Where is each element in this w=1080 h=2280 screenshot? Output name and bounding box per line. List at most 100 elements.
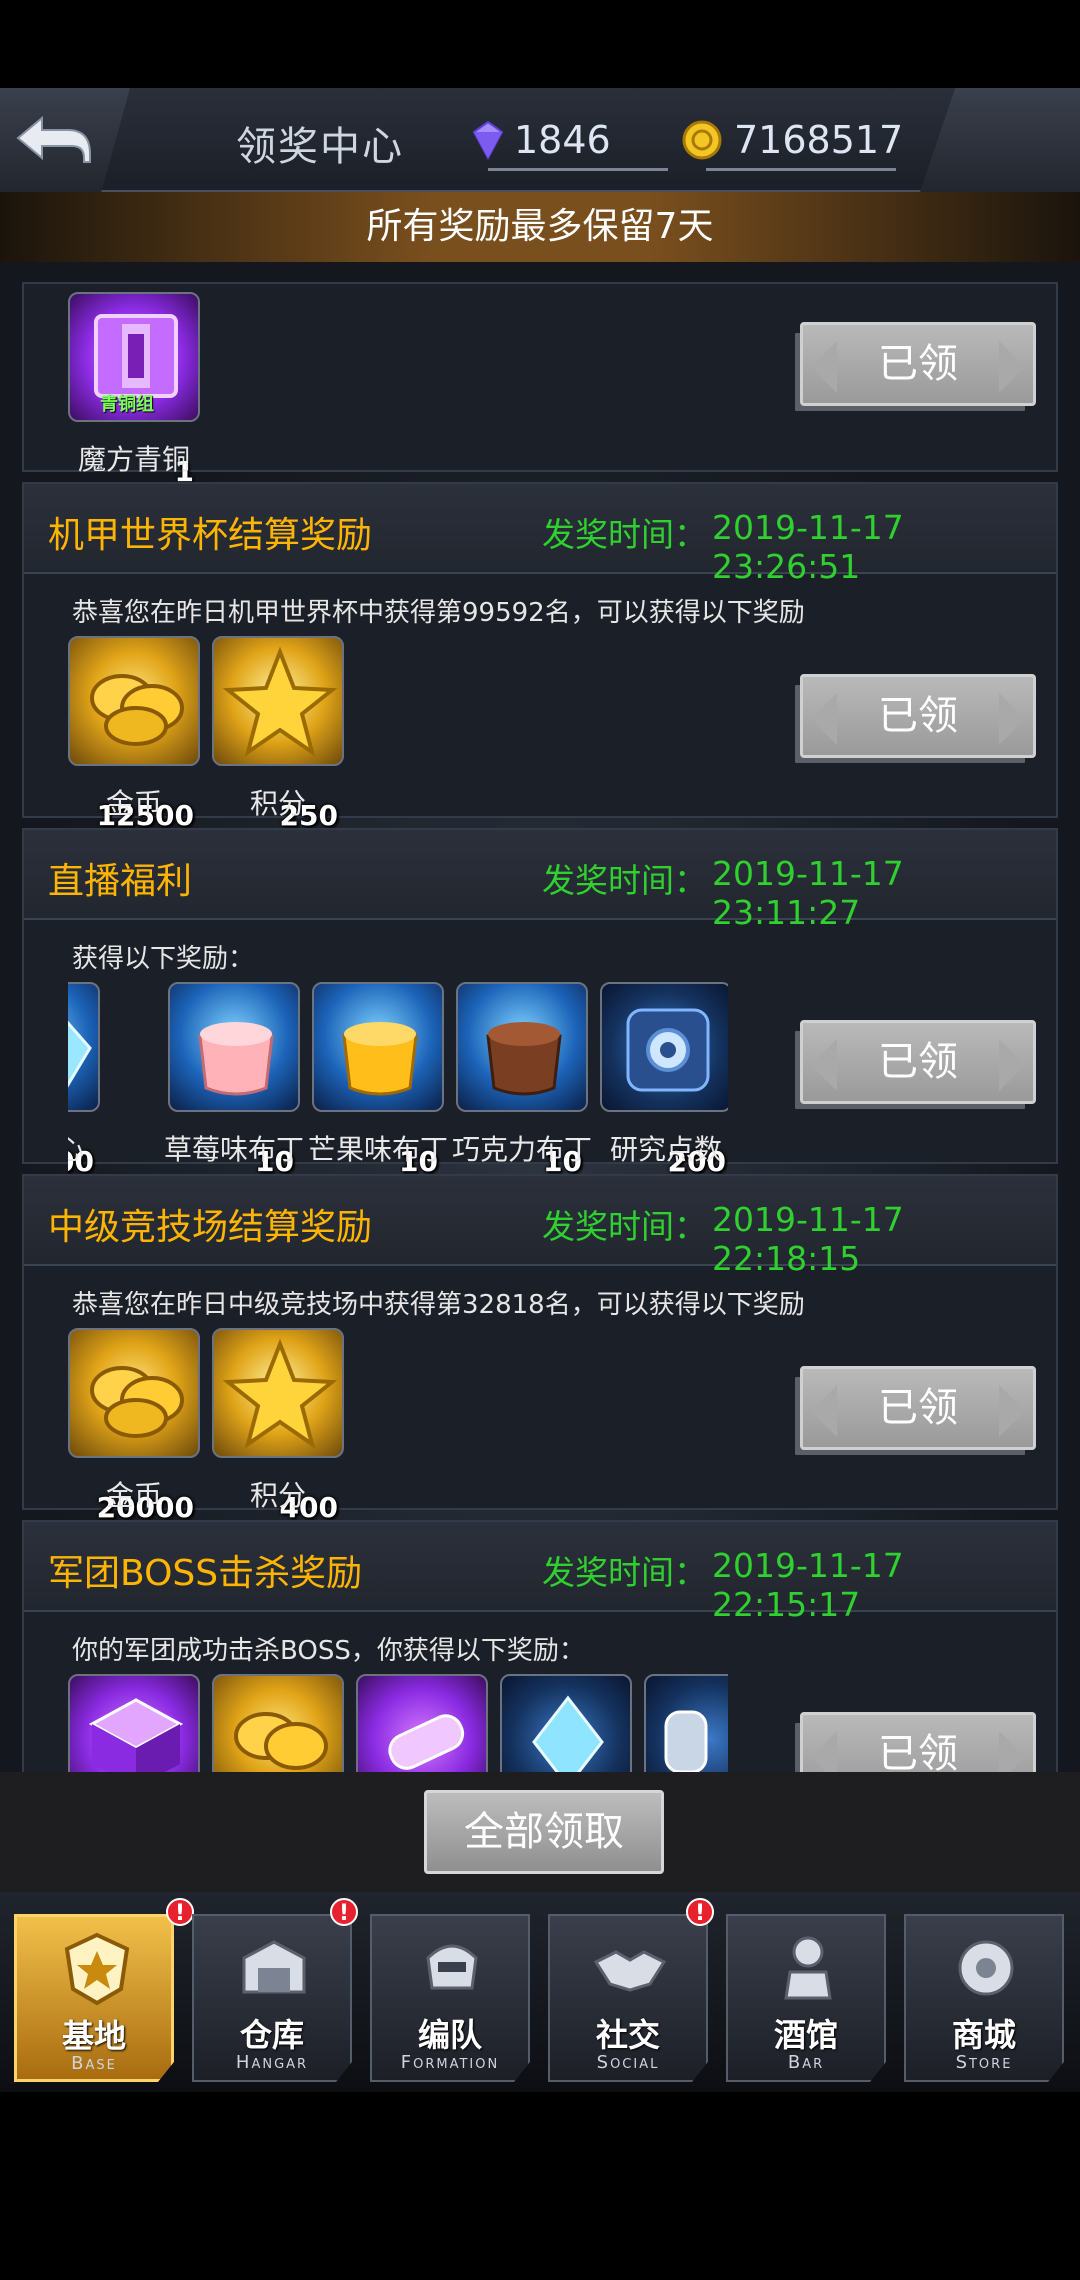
claimed-button[interactable]: 已领 [800, 674, 1036, 758]
claimed-button[interactable]: 已领 [800, 1712, 1036, 1772]
item-name: 魔方青铜 [77, 443, 190, 476]
item-name: 草莓味布丁 [164, 1133, 304, 1166]
diamond-count: 1846 [514, 118, 611, 162]
card-header: 机甲世界杯结算奖励 发奖时间： 2019-11-17 23:26:51 [24, 484, 1056, 586]
blue-crystal-icon [500, 1674, 632, 1772]
notification-badge: ! [686, 1898, 714, 1926]
item-tag: 青铜组 [100, 394, 154, 415]
strawberry-pudding-icon [168, 982, 300, 1112]
reward-items: 12500 金币 250 积分 [68, 636, 368, 836]
star-points-icon [212, 636, 344, 766]
research-points-icon [600, 982, 728, 1112]
reward-item[interactable]: 250 积分 [212, 636, 344, 836]
mango-pudding-icon [312, 982, 444, 1112]
store-orb-icon [958, 1940, 1014, 1996]
card-title: 直播福利 [48, 861, 193, 902]
award-time: 2019-11-17 23:26:51 [712, 508, 904, 586]
reward-item[interactable]: 20000 金币 [68, 1328, 200, 1528]
claimed-button[interactable]: 已领 [800, 1366, 1036, 1450]
tab-base[interactable]: 基地 Base [14, 1914, 174, 2082]
award-time-label: 发奖时间： [542, 1207, 707, 1246]
purple-capsule-icon [356, 1674, 488, 1772]
tab-sublabel: Bar [787, 2052, 825, 2073]
bronze-cube-box-icon: 青铜组 [68, 292, 200, 422]
star-points-icon [212, 1328, 344, 1458]
chocolate-pudding-icon [456, 982, 588, 1112]
reward-items [68, 1674, 728, 1772]
tab-sublabel: Hangar [235, 2052, 309, 2073]
award-time-label: 发奖时间： [542, 1553, 707, 1592]
diamond-icon [472, 120, 504, 161]
capsule-icon [644, 1674, 728, 1772]
gold-coins-icon [68, 1328, 200, 1458]
reward-card: 直播福利 发奖时间： 2019-11-17 23:11:27 获得以下奖励： 0… [22, 828, 1058, 1178]
reward-center-screen: 领奖中心 1846 7168517 所有奖励最多保留7天 青铜组 1 魔方青铜 … [0, 0, 1080, 2280]
tab-hangar[interactable]: 仓库 Hangar [192, 1914, 352, 2082]
reward-card: 军团BOSS击杀奖励 发奖时间： 2019-11-17 22:15:17 你的军… [22, 1520, 1058, 1772]
award-time-label: 发奖时间： [542, 861, 707, 900]
claimed-button[interactable]: 已领 [800, 1020, 1036, 1104]
reward-card: 机甲世界杯结算奖励 发奖时间： 2019-11-17 23:26:51 恭喜您在… [22, 482, 1058, 832]
reward-item[interactable]: 10 芒果味布丁 [308, 982, 448, 1182]
back-button[interactable] [0, 88, 130, 192]
reward-item[interactable]: 青铜组 1 魔方青铜 [68, 292, 200, 492]
card-description: 获得以下奖励： [72, 944, 255, 974]
reward-item[interactable]: 10 草莓味布丁 [164, 982, 304, 1182]
reward-items: 青铜组 1 魔方青铜 [68, 292, 228, 492]
card-description: 恭喜您在昨日中级竞技场中获得第32818名，可以获得以下奖励 [72, 1290, 805, 1320]
tab-label: 编队 [417, 2016, 482, 2054]
header-right-decor [920, 88, 1080, 192]
mech-helmet-icon [426, 1944, 478, 1990]
diamond-currency: 1846 [462, 106, 672, 176]
tab-sublabel: Social [596, 2052, 660, 2073]
item-name: 核心 [68, 1133, 85, 1166]
award-time: 2019-11-17 22:18:15 [712, 1200, 904, 1278]
top-header: 领奖中心 1846 7168517 [0, 88, 1080, 192]
reward-item[interactable]: 400 积分 [212, 1328, 344, 1528]
reward-item[interactable]: 000 核心 [68, 982, 100, 1182]
reward-item[interactable] [212, 1674, 344, 1772]
card-description: 你的军团成功击杀BOSS，你获得以下奖励： [72, 1636, 585, 1666]
reward-item[interactable] [356, 1674, 488, 1772]
item-name: 金币 [105, 787, 162, 820]
page-title: 领奖中心 [236, 124, 404, 170]
reward-item[interactable] [644, 1674, 728, 1772]
coin-count: 7168517 [734, 118, 904, 162]
claimed-button[interactable]: 已领 [800, 322, 1036, 406]
claim-all-button[interactable]: 全部领取 [424, 1790, 664, 1874]
tab-social[interactable]: 社交 Social [548, 1914, 708, 2082]
reward-item[interactable] [68, 1674, 200, 1772]
card-description: 恭喜您在昨日机甲世界杯中获得第99592名，可以获得以下奖励 [72, 598, 805, 628]
reward-items: 000 核心 10 草莓味布丁 [68, 982, 728, 1182]
item-name: 积分 [249, 1479, 306, 1512]
coin-currency: 7168517 [680, 106, 904, 176]
reward-items: 20000 金币 400 积分 [68, 1328, 368, 1528]
item-name: 芒果味布丁 [308, 1133, 448, 1166]
gold-coins-icon [212, 1674, 344, 1772]
item-name: 巧克力布丁 [452, 1133, 592, 1166]
reward-item[interactable]: 10 巧克力布丁 [452, 982, 592, 1182]
card-header: 直播福利 发奖时间： 2019-11-17 23:11:27 [24, 830, 1056, 932]
card-title: 机甲世界杯结算奖励 [48, 515, 373, 556]
tab-formation[interactable]: 编队 Formation [370, 1914, 530, 2082]
item-name: 研究点数 [609, 1133, 722, 1166]
notification-badge: ! [166, 1898, 194, 1926]
reward-item[interactable]: 200 研究点数 [600, 982, 728, 1182]
bartender-icon [784, 1936, 832, 2000]
reward-list[interactable]: 青铜组 1 魔方青铜 已领 机甲世界杯结算奖励 发奖时间： 2019-11-17… [0, 262, 1080, 1772]
crystal-core-icon [68, 982, 100, 1112]
reward-item[interactable] [500, 1674, 632, 1772]
bottom-tab-bar: 基地 Base ! 仓库 Hangar ! 编队 Formation 社交 So… [0, 1892, 1080, 2092]
tab-bar[interactable]: 酒馆 Bar [726, 1914, 886, 2082]
card-header: 中级竞技场结算奖励 发奖时间： 2019-11-17 22:18:15 [24, 1176, 1056, 1278]
award-time: 2019-11-17 22:15:17 [712, 1546, 904, 1624]
tab-label: 基地 [61, 2017, 126, 2055]
tab-sublabel: Base [71, 2053, 117, 2074]
reward-item[interactable]: 12500 金币 [68, 636, 200, 836]
back-arrow-icon [16, 115, 91, 163]
notification-badge: ! [330, 1898, 358, 1926]
tab-sublabel: Formation [400, 2052, 500, 2073]
card-title: 中级竞技场结算奖励 [48, 1207, 373, 1248]
coin-icon [682, 120, 722, 160]
tab-store[interactable]: 商城 Store [904, 1914, 1064, 2082]
